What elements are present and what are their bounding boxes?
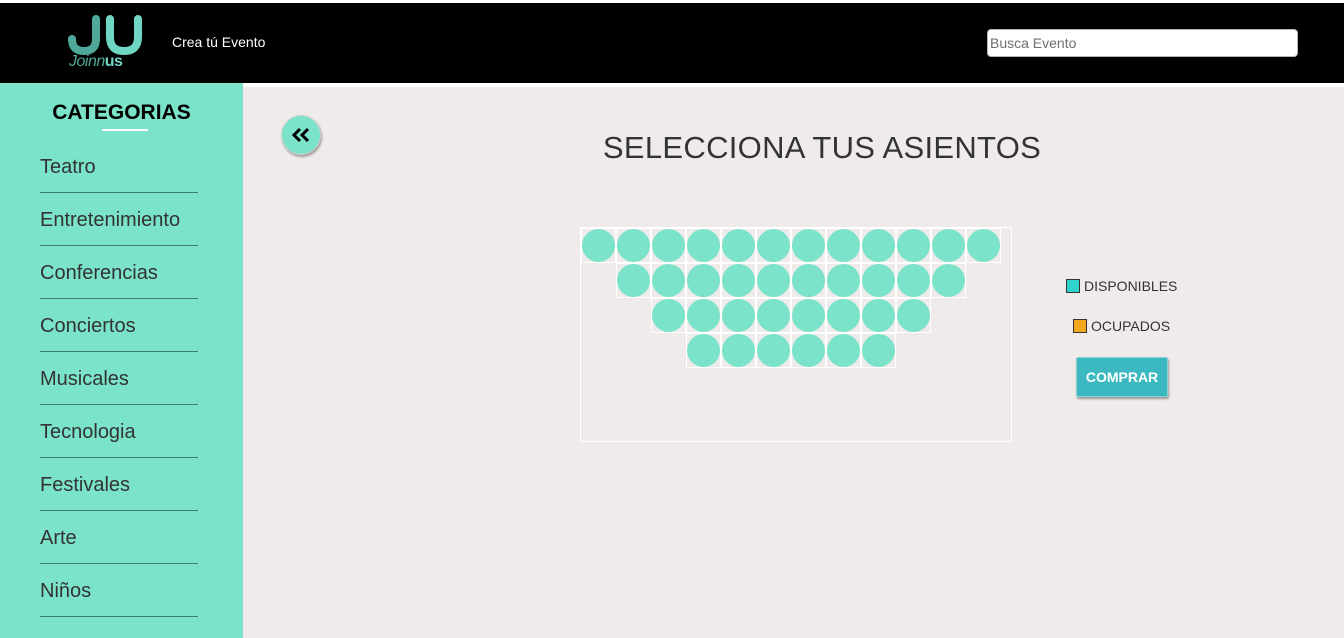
seat[interactable]: [791, 263, 826, 298]
seat[interactable]: [826, 263, 861, 298]
seat-row: [581, 228, 1001, 263]
sidebar-item-conferencias[interactable]: Conferencias: [40, 246, 198, 299]
legend-available: DISPONIBLES: [1066, 278, 1177, 294]
seat[interactable]: [686, 333, 721, 368]
logo-text-light: Joinn: [69, 53, 105, 70]
back-button[interactable]: [281, 115, 321, 155]
seat[interactable]: [616, 228, 651, 263]
header-bar: Joinnus Crea tú Evento: [0, 3, 1344, 83]
page-title: SELECCIONA TUS ASIENTOS: [602, 130, 1042, 165]
seat[interactable]: [861, 228, 896, 263]
sidebar-item-festivales[interactable]: Festivales: [40, 458, 198, 511]
sidebar-title-underline: [102, 129, 148, 131]
legend-occupied-swatch: [1073, 319, 1087, 333]
logo-wordmark: Joinnus: [69, 53, 123, 71]
legend-occupied: OCUPADOS: [1073, 318, 1170, 334]
seat[interactable]: [966, 228, 1001, 263]
seat[interactable]: [756, 333, 791, 368]
seat[interactable]: [721, 333, 756, 368]
buy-button[interactable]: COMPRAR: [1076, 357, 1168, 397]
seat[interactable]: [896, 228, 931, 263]
seat[interactable]: [721, 228, 756, 263]
sidebar-item-ninos[interactable]: Niños: [40, 564, 198, 617]
sidebar-item-entretenimiento[interactable]: Entretenimiento: [40, 193, 198, 246]
seat[interactable]: [686, 298, 721, 333]
seat-map: [580, 227, 1012, 442]
seat[interactable]: [651, 263, 686, 298]
joinnus-logo[interactable]: Joinnus: [66, 15, 146, 73]
seat[interactable]: [826, 298, 861, 333]
search-input[interactable]: [987, 29, 1298, 57]
seat-row: [651, 298, 931, 333]
seat[interactable]: [721, 263, 756, 298]
category-sidebar: CATEGORIAS Teatro Entretenimiento Confer…: [0, 83, 243, 638]
sidebar-item-teatro[interactable]: Teatro: [40, 140, 198, 193]
double-chevron-left-icon: [291, 127, 310, 143]
seat[interactable]: [791, 333, 826, 368]
seat[interactable]: [756, 228, 791, 263]
seat[interactable]: [826, 228, 861, 263]
seat-row: [616, 263, 966, 298]
seat[interactable]: [826, 333, 861, 368]
sidebar-item-conciertos[interactable]: Conciertos: [40, 299, 198, 352]
seat[interactable]: [721, 298, 756, 333]
seat[interactable]: [686, 263, 721, 298]
seat[interactable]: [931, 228, 966, 263]
seat[interactable]: [791, 228, 826, 263]
seat[interactable]: [861, 298, 896, 333]
seat[interactable]: [896, 298, 931, 333]
seat[interactable]: [651, 228, 686, 263]
legend-available-label: DISPONIBLES: [1084, 278, 1178, 294]
sidebar-item-arte[interactable]: Arte: [40, 511, 198, 564]
seat[interactable]: [756, 263, 791, 298]
seat[interactable]: [931, 263, 966, 298]
sidebar-item-tecnologia[interactable]: Tecnologia: [40, 405, 198, 458]
seat[interactable]: [791, 298, 826, 333]
create-event-link[interactable]: Crea tú Evento: [172, 34, 265, 50]
logo-text-bold: us: [104, 53, 123, 70]
seat[interactable]: [581, 228, 616, 263]
sidebar-item-musicales[interactable]: Musicales: [40, 352, 198, 405]
seat[interactable]: [616, 263, 651, 298]
seat-row: [686, 333, 896, 368]
legend-occupied-label: OCUPADOS: [1091, 318, 1171, 334]
logo-mark-icon: [68, 15, 142, 55]
seat[interactable]: [861, 263, 896, 298]
category-list: Teatro Entretenimiento Conferencias Conc…: [40, 140, 198, 617]
seat[interactable]: [686, 228, 721, 263]
seat[interactable]: [896, 263, 931, 298]
seat[interactable]: [861, 333, 896, 368]
seat[interactable]: [756, 298, 791, 333]
legend-available-swatch: [1066, 279, 1080, 293]
seat[interactable]: [651, 298, 686, 333]
sidebar-title: CATEGORIAS: [52, 101, 191, 124]
